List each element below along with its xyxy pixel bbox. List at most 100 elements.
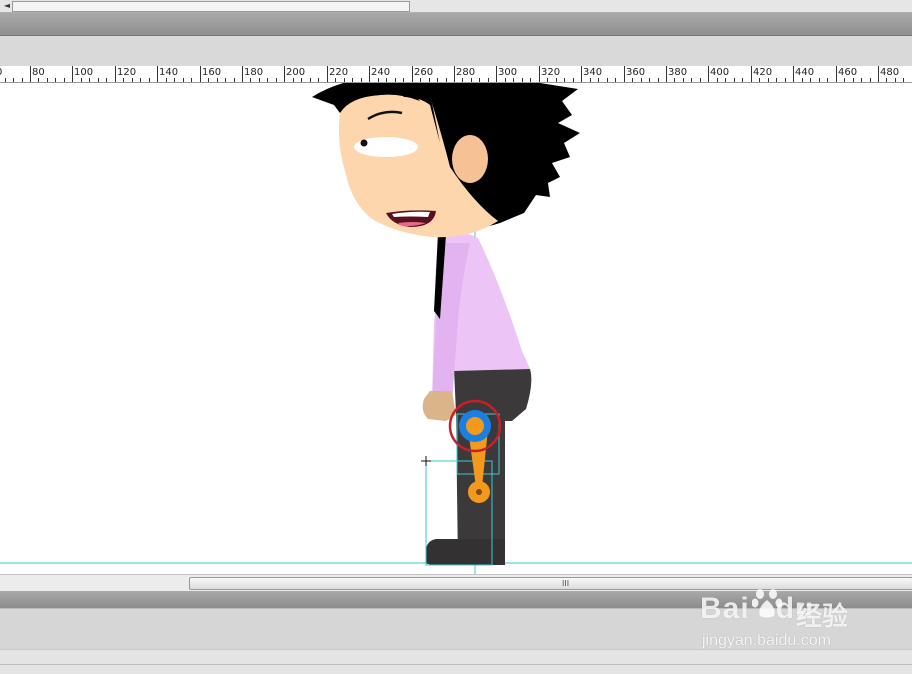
ruler-minor-tick bbox=[22, 78, 23, 82]
ruler-minor-tick bbox=[47, 78, 48, 82]
pants-shape bbox=[454, 369, 532, 565]
top-scrollbar[interactable]: ◄ bbox=[0, 0, 912, 13]
ruler-label-fragment: 0 bbox=[0, 67, 2, 78]
ruler-minor-tick bbox=[725, 78, 726, 82]
ruler-label: 380 bbox=[668, 67, 688, 78]
ruler-label: 400 bbox=[710, 67, 730, 78]
ruler-major-tick bbox=[539, 66, 540, 82]
ruler-minor-tick bbox=[674, 78, 675, 82]
ruler-minor-tick bbox=[785, 78, 786, 82]
ruler-minor-tick bbox=[598, 78, 599, 82]
ruler-major-tick bbox=[327, 66, 328, 82]
ruler-minor-tick bbox=[98, 78, 99, 82]
ruler-label: 440 bbox=[795, 67, 815, 78]
scroll-left-arrow-icon[interactable]: ◄ bbox=[2, 0, 12, 11]
ruler-major-tick bbox=[284, 66, 285, 82]
ruler-minor-tick bbox=[590, 78, 591, 82]
ruler-major-tick bbox=[412, 66, 413, 82]
ruler-label: 180 bbox=[244, 67, 264, 78]
baidu-jingyan-watermark: Bai du 经验 jingyan.baidu.com bbox=[700, 578, 910, 658]
ruler-minor-tick bbox=[403, 78, 404, 82]
ruler-label: 420 bbox=[753, 67, 773, 78]
ruler-minor-tick bbox=[446, 78, 447, 82]
ruler-major-tick bbox=[836, 66, 837, 82]
ruler-minor-tick bbox=[658, 78, 659, 82]
ruler-minor-tick bbox=[607, 78, 608, 82]
ruler-minor-tick bbox=[717, 78, 718, 82]
panel-header bbox=[0, 36, 912, 66]
joint-handle-inner bbox=[466, 417, 484, 435]
ruler-major-tick bbox=[624, 66, 625, 82]
ruler-minor-tick bbox=[55, 78, 56, 82]
ruler-major-tick bbox=[200, 66, 201, 82]
watermark-product: 经验 bbox=[796, 602, 849, 632]
ruler-major-tick bbox=[369, 66, 370, 82]
ruler-minor-tick bbox=[250, 78, 251, 82]
ruler-minor-tick bbox=[123, 78, 124, 82]
ruler-minor-tick bbox=[522, 78, 523, 82]
ruler-minor-tick bbox=[395, 78, 396, 82]
ruler-minor-tick bbox=[38, 78, 39, 82]
ruler-minor-tick bbox=[700, 78, 701, 82]
ruler-label: 140 bbox=[159, 67, 179, 78]
shoe-shape bbox=[426, 539, 505, 565]
ruler-label: 200 bbox=[286, 67, 306, 78]
scroll-grip-icon: III bbox=[562, 579, 570, 588]
ruler-minor-tick bbox=[191, 78, 192, 82]
ruler-label: 320 bbox=[541, 67, 561, 78]
ruler-minor-tick bbox=[149, 78, 150, 82]
ruler-minor-tick bbox=[225, 78, 226, 82]
ruler-minor-tick bbox=[886, 78, 887, 82]
ruler-minor-tick bbox=[488, 78, 489, 82]
panel-divider-line bbox=[0, 664, 912, 665]
ruler-minor-tick bbox=[318, 78, 319, 82]
ruler-major-tick bbox=[30, 66, 31, 82]
ruler-label: 100 bbox=[74, 67, 94, 78]
ruler-label: 260 bbox=[414, 67, 434, 78]
ruler-minor-tick bbox=[437, 78, 438, 82]
top-scroll-thumb[interactable] bbox=[12, 1, 410, 12]
ruler-label: 240 bbox=[371, 67, 391, 78]
ruler-minor-tick bbox=[615, 78, 616, 82]
ruler-major-tick bbox=[454, 66, 455, 82]
ruler-major-tick bbox=[72, 66, 73, 82]
ruler-minor-tick bbox=[683, 78, 684, 82]
ruler-major-tick bbox=[708, 66, 709, 82]
ruler-minor-tick bbox=[691, 78, 692, 82]
watermark-url: jingyan.baidu.com bbox=[702, 632, 831, 649]
ruler-major-tick bbox=[751, 66, 752, 82]
ruler-minor-tick bbox=[819, 78, 820, 82]
ruler-minor-tick bbox=[870, 78, 871, 82]
ruler-major-tick bbox=[666, 66, 667, 82]
ruler-minor-tick bbox=[208, 78, 209, 82]
character-artwork bbox=[0, 83, 912, 574]
ruler-minor-tick bbox=[827, 78, 828, 82]
ruler-label: 120 bbox=[117, 67, 137, 78]
ruler-minor-tick bbox=[293, 78, 294, 82]
ruler-minor-tick bbox=[895, 78, 896, 82]
stage-canvas[interactable] bbox=[0, 83, 912, 574]
ruler-label: 340 bbox=[583, 67, 603, 78]
ruler-minor-tick bbox=[513, 78, 514, 82]
ruler-minor-tick bbox=[768, 78, 769, 82]
ruler-minor-tick bbox=[335, 78, 336, 82]
ruler-minor-tick bbox=[632, 78, 633, 82]
ruler-minor-tick bbox=[217, 78, 218, 82]
ruler-label: 300 bbox=[498, 67, 518, 78]
ruler-label: 460 bbox=[838, 67, 858, 78]
ear-shape bbox=[452, 135, 488, 183]
ruler-minor-tick bbox=[140, 78, 141, 82]
ruler-minor-tick bbox=[166, 78, 167, 82]
ruler-minor-tick bbox=[530, 78, 531, 82]
ruler-minor-tick bbox=[479, 78, 480, 82]
ruler-major-tick bbox=[157, 66, 158, 82]
ruler-minor-tick bbox=[420, 78, 421, 82]
ruler-major-tick bbox=[115, 66, 116, 82]
ruler-label: 80 bbox=[32, 67, 45, 78]
ruler-minor-tick bbox=[734, 78, 735, 82]
ruler-minor-tick bbox=[641, 78, 642, 82]
ruler-minor-tick bbox=[861, 78, 862, 82]
ruler-minor-tick bbox=[386, 78, 387, 82]
ruler-minor-tick bbox=[471, 78, 472, 82]
ruler-minor-tick bbox=[259, 78, 260, 82]
